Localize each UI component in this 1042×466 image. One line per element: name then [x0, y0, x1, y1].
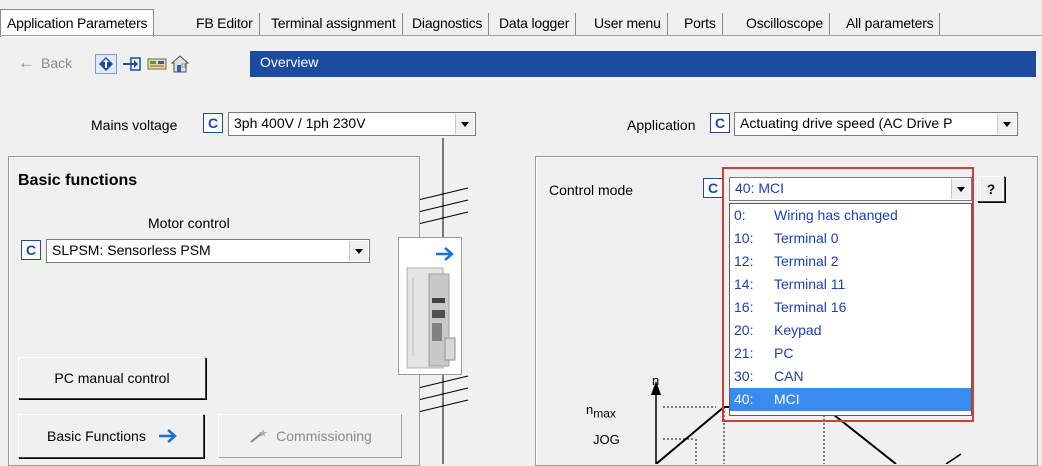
control-mode-option-selected[interactable]: 40: MCI	[730, 388, 971, 411]
diagram-n-label: n	[652, 373, 660, 388]
option-text: MCI	[774, 391, 800, 407]
basic-functions-button[interactable]: Basic Functions	[18, 414, 204, 458]
drive-image[interactable]	[398, 237, 462, 375]
diagram-jog-label: JOG	[593, 432, 620, 447]
option-text: Terminal 2	[774, 253, 839, 269]
option-code: 40:	[734, 391, 754, 407]
control-mode-option[interactable]: 16: Terminal 16	[730, 296, 971, 319]
control-mode-option[interactable]: 10: Terminal 0	[730, 227, 971, 250]
control-mode-option[interactable]: 0: Wiring has changed	[730, 204, 971, 227]
commissioning-button[interactable]: Commissioning	[218, 414, 402, 458]
pc-manual-control-button[interactable]: PC manual control	[18, 357, 206, 399]
arrow-right-icon[interactable]	[435, 246, 457, 262]
basic-functions-label: Basic Functions	[47, 428, 146, 444]
option-text: Keypad	[774, 322, 822, 338]
option-code: 14:	[734, 276, 754, 292]
basic-functions-title: Basic functions	[18, 172, 138, 189]
option-text: Wiring has changed	[774, 207, 898, 223]
option-code: 16:	[734, 299, 754, 315]
option-text: CAN	[774, 368, 804, 384]
option-code: 12:	[734, 253, 754, 269]
option-code: 30:	[734, 368, 754, 384]
arrow-right-icon	[158, 429, 177, 443]
wand-icon	[250, 429, 268, 443]
motor-control-c-button[interactable]: C	[21, 240, 41, 260]
motor-control-label: Motor control	[148, 215, 230, 231]
control-mode-dropdown-list: 0: Wiring has changed 10: Terminal 0 12: Te…	[729, 203, 972, 416]
option-code: 0:	[734, 207, 746, 223]
diagram-nmax-label: nmax	[586, 402, 616, 421]
option-text: Terminal 0	[774, 230, 839, 246]
nmax-sub: max	[593, 406, 616, 421]
control-mode-option[interactable]: 14: Terminal 11	[730, 273, 971, 296]
control-mode-option[interactable]: 20: Keypad	[730, 319, 971, 342]
motor-control-select[interactable]: SLPSM: Sensorless PSM	[46, 239, 370, 263]
commissioning-label: Commissioning	[276, 428, 372, 444]
option-code: 20:	[734, 322, 754, 338]
chevron-down-icon[interactable]	[349, 241, 368, 261]
option-text: PC	[774, 345, 794, 361]
option-code: 21:	[734, 345, 754, 361]
control-mode-option[interactable]: 12: Terminal 2	[730, 250, 971, 273]
option-code: 10:	[734, 230, 754, 246]
control-mode-option[interactable]: 21: PC	[730, 342, 971, 365]
control-mode-option[interactable]: 30: CAN	[730, 365, 971, 388]
motor-control-value: SLPSM: Sensorless PSM	[52, 242, 211, 258]
option-text: Terminal 11	[774, 276, 846, 292]
option-text: Terminal 16	[774, 299, 847, 315]
